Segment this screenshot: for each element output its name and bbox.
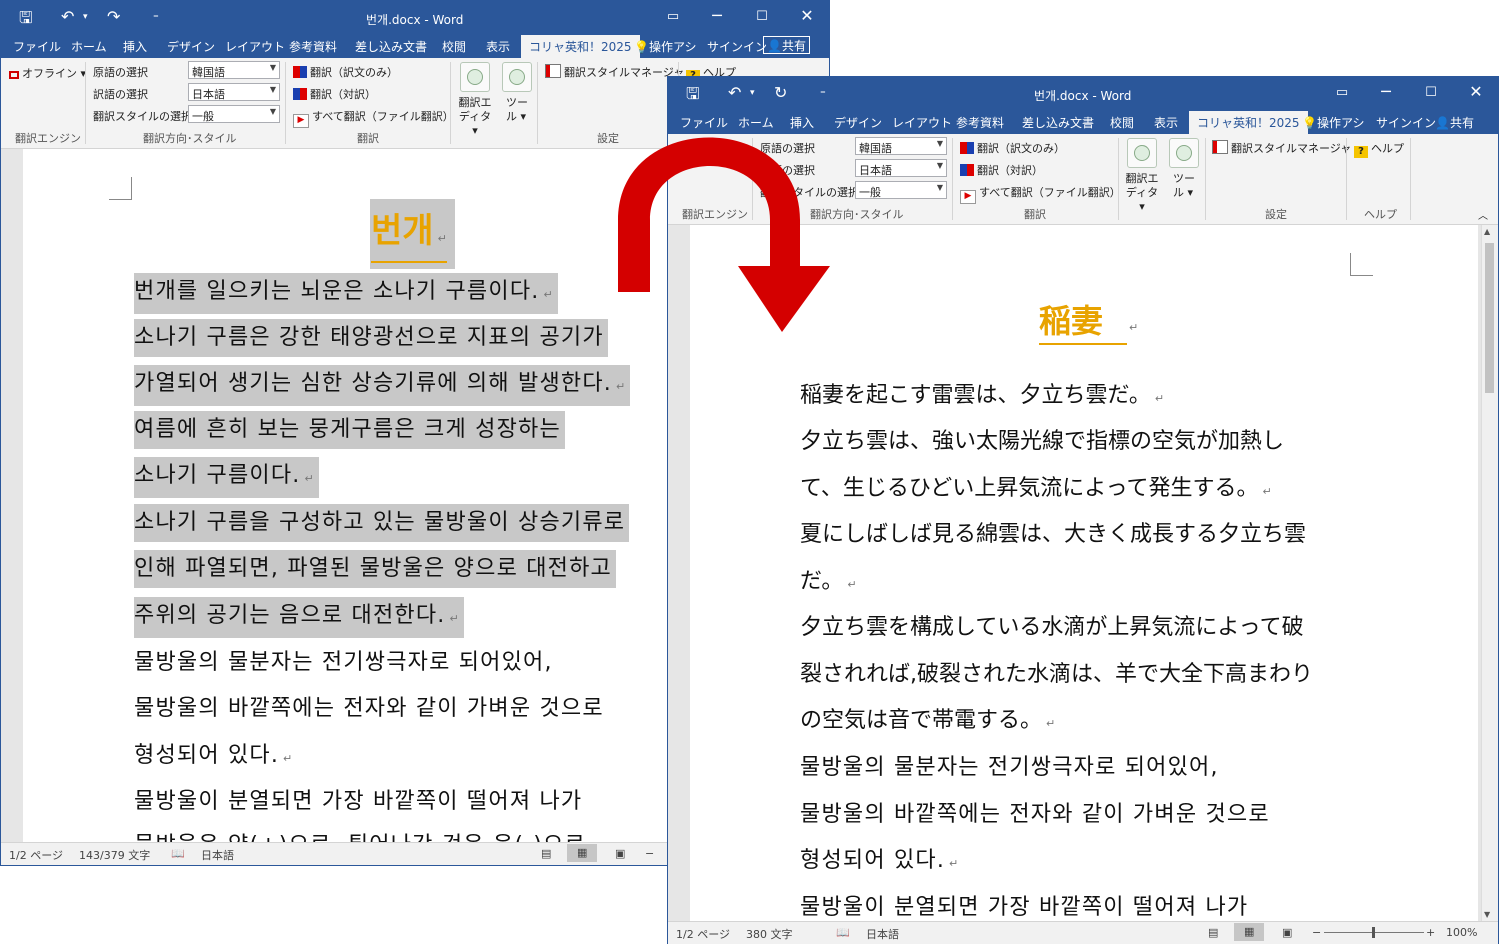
arrow-head: [738, 266, 830, 332]
translation-arrow: [618, 137, 830, 332]
